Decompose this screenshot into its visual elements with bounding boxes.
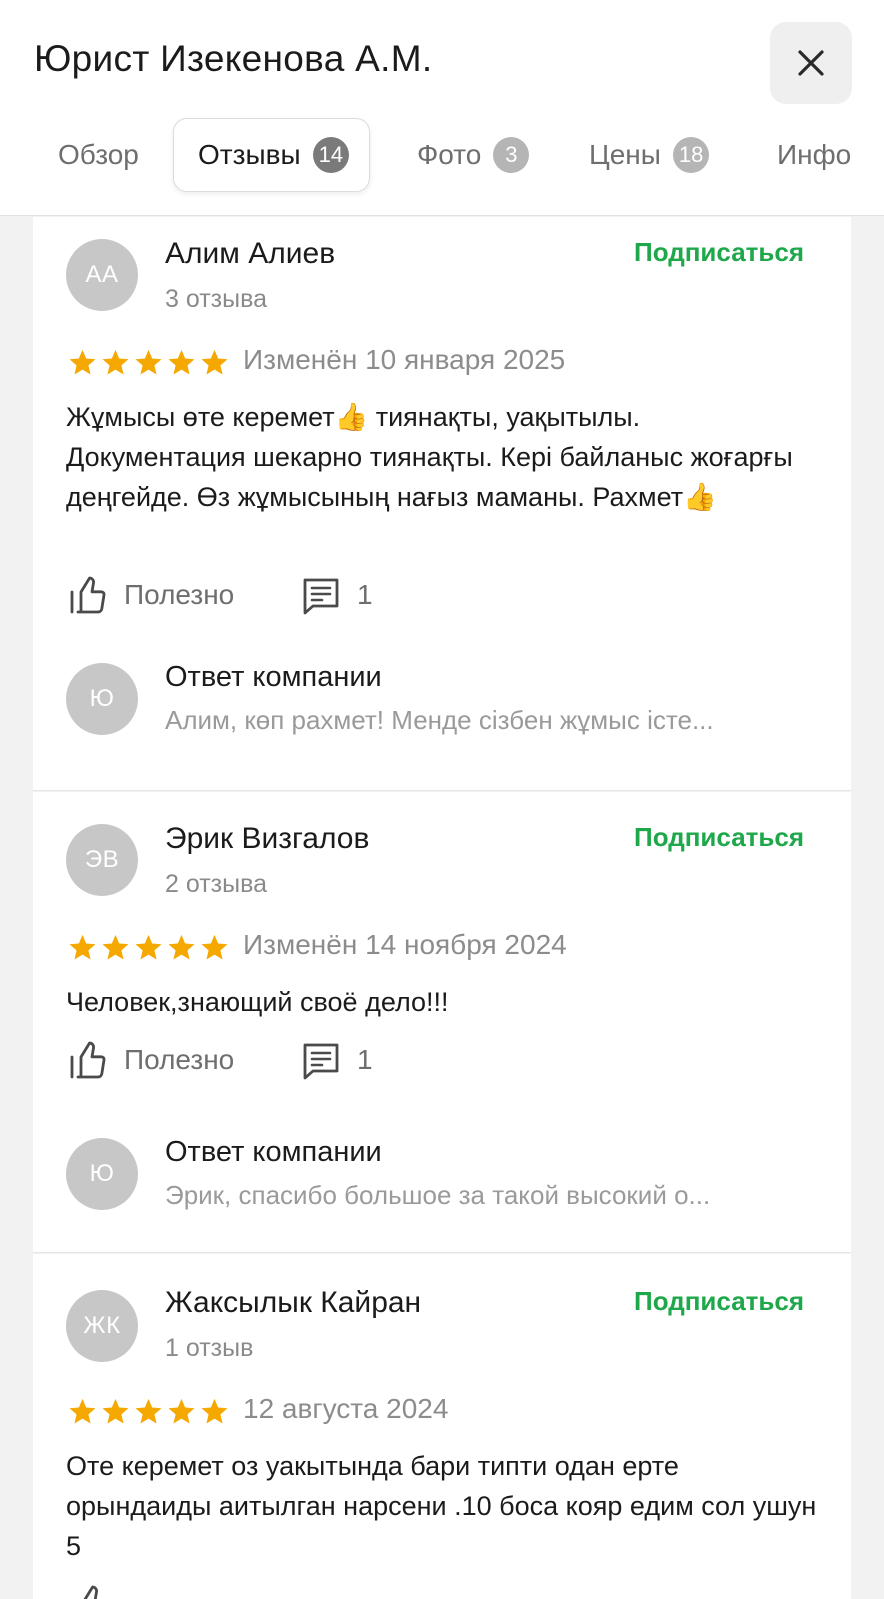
reply-text[interactable]: Эрик, спасибо большое за такой высокий о… [165,1180,815,1211]
reply-title[interactable]: Ответ компании [165,661,382,694]
star-icon [102,934,129,960]
star-rating [67,933,230,962]
subscribe-button[interactable]: Подписаться [634,237,804,268]
useful-button[interactable]: Полезно [68,575,234,615]
star-icon [201,1398,228,1424]
useful-button[interactable]: Полезно [68,1040,234,1080]
subscribe-button[interactable]: Подписаться [634,1286,804,1317]
review-count: 2 отзыва [165,870,267,898]
header: Юрист Изекенова А.М. Обзор Отзывы 14 Фот… [0,0,884,216]
comment-icon [303,1043,339,1080]
thumbs-up-icon [83,1585,98,1599]
tab-bar: Обзор Отзывы 14 Фото 3 Цены 18 Инфо [0,118,884,194]
tab-photos[interactable]: Фото 3 [417,118,530,192]
star-icon [168,349,195,375]
star-icon [201,349,228,375]
review-card: ЭВ Эрик Визгалов 2 отзыва Подписаться Из… [33,792,851,1253]
close-button[interactable] [770,22,852,104]
star-icon [102,349,129,375]
useful-label: Полезно [124,1044,235,1075]
review-card: ЖК Жаксылык Кайран 1 отзыв Подписаться 1… [33,1254,851,1599]
thumbs-up-icon [70,576,106,614]
review-date: 12 августа 2024 [243,1393,449,1424]
useful-label: Полезно [124,579,235,610]
tab-prices[interactable]: Цены 18 [589,118,710,192]
review-count: 3 отзыва [165,285,267,313]
star-icon [69,934,96,960]
review-author[interactable]: Жаксылык Кайран [165,1286,421,1320]
avatar[interactable]: АА [66,239,138,311]
star-icon [135,934,162,960]
review-text: Оте керемет оз уакытында бари типти одан… [66,1451,817,1561]
company-avatar: Ю [66,663,138,735]
close-icon [798,50,824,76]
thumbs-up-icon [70,1041,106,1079]
page-title: Юрист Изекенова А.М. [34,38,433,79]
tab-reviews[interactable]: Отзывы 14 [173,118,371,192]
reply-text[interactable]: Алим, көп рахмет! Менде сізбен жұмыс іст… [165,705,815,736]
tab-overview-label: Обзор [58,139,139,170]
review-card: АА Алим Алиев 3 отзыва Подписаться Измен… [33,217,851,791]
star-icon [201,934,228,960]
comments-button[interactable]: 1 [301,575,373,615]
comments-count: 1 [357,579,373,610]
comment-icon [303,578,339,615]
review-date: Изменён 10 января 2025 [243,344,566,375]
reply-title[interactable]: Ответ компании [165,1136,382,1169]
subscribe-button[interactable]: Подписаться [634,822,804,853]
comments-button[interactable]: 1 [301,1040,373,1080]
avatar[interactable]: ЖК [66,1290,138,1362]
star-icon [69,349,96,375]
tab-prices-badge: 18 [672,137,710,173]
tab-info-label: Инфо [777,139,852,170]
review-author[interactable]: Эрик Визгалов [165,822,369,856]
review-count: 1 отзыв [165,1334,254,1362]
star-icon [135,349,162,375]
review-text: Человек,знающий своё дело!!! [66,987,449,1017]
tab-photos-badge: 3 [493,137,530,173]
review-text: Жұмысы өте керемет👍 тиянақты, уақытылы. … [66,402,793,512]
tab-reviews-badge: 14 [312,137,350,173]
tab-overview[interactable]: Обзор [58,118,139,192]
star-icon [102,1398,129,1424]
star-icon [69,1398,96,1424]
star-rating [67,1397,230,1426]
tab-info[interactable]: Инфо [777,118,851,192]
star-icon [135,1398,162,1424]
tab-prices-label: Цены [589,139,661,170]
avatar[interactable]: ЭВ [66,824,138,896]
tab-reviews-label: Отзывы [198,139,301,170]
review-date: Изменён 14 ноября 2024 [243,929,567,960]
star-icon [168,1398,195,1424]
star-rating [67,348,230,377]
tab-photos-label: Фото [417,139,482,170]
star-icon [168,934,195,960]
comments-count: 1 [357,1044,373,1075]
company-avatar: Ю [66,1138,138,1210]
review-author[interactable]: Алим Алиев [165,237,335,271]
